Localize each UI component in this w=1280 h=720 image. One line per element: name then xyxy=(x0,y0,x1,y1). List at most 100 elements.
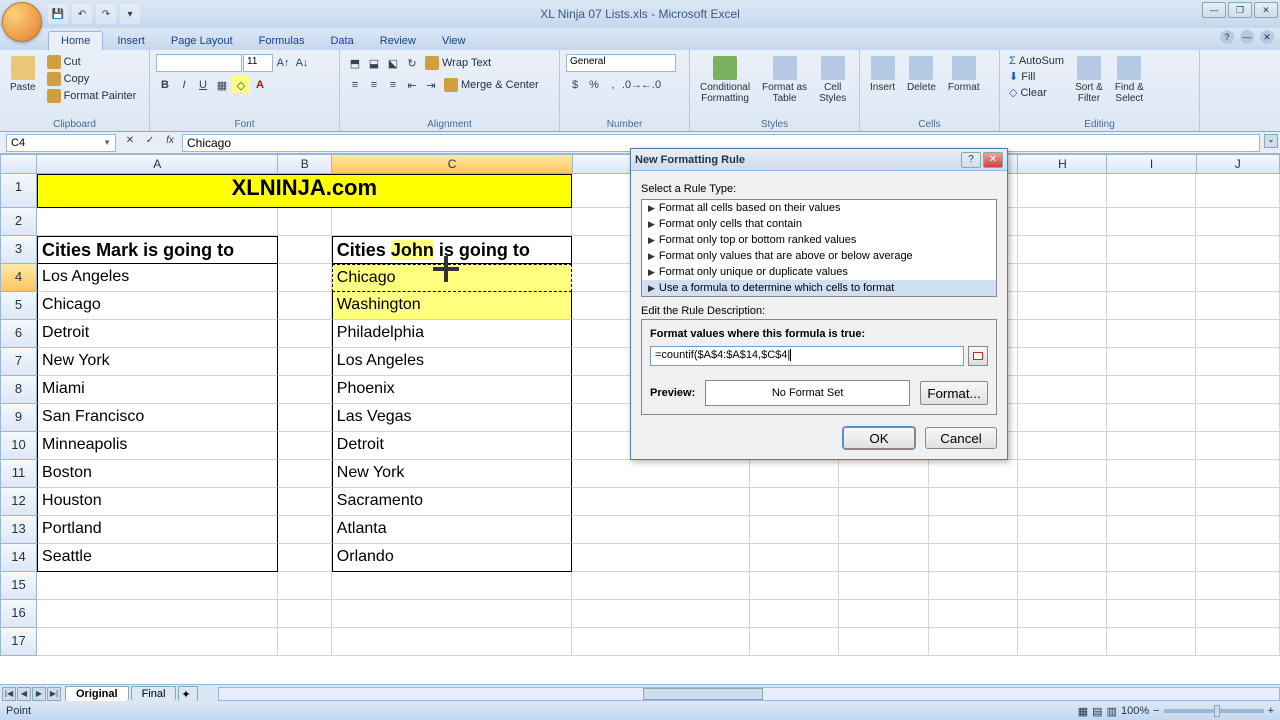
font-size-combo[interactable]: 11 xyxy=(243,54,273,72)
cell[interactable] xyxy=(1196,488,1280,516)
cell[interactable] xyxy=(572,460,750,488)
font-color-button[interactable]: A xyxy=(251,76,269,94)
align-center-icon[interactable]: ≡ xyxy=(365,76,383,94)
autosum-button[interactable]: ΣAutoSum xyxy=(1006,54,1067,68)
align-bottom-icon[interactable]: ⬕ xyxy=(384,54,402,72)
qat-undo-icon[interactable]: ↶ xyxy=(72,4,92,24)
cell[interactable] xyxy=(839,628,928,656)
cell[interactable] xyxy=(332,208,573,236)
zoom-level[interactable]: 100% xyxy=(1121,705,1149,717)
cell[interactable] xyxy=(929,628,1018,656)
align-left-icon[interactable]: ≡ xyxy=(346,76,364,94)
cell[interactable] xyxy=(278,404,332,432)
cell[interactable] xyxy=(37,600,278,628)
help-icon[interactable]: ? xyxy=(1220,30,1234,44)
cell[interactable] xyxy=(1107,600,1196,628)
close-button[interactable]: ✕ xyxy=(1254,2,1278,18)
cell-mark[interactable]: Houston xyxy=(37,488,278,516)
cell[interactable] xyxy=(1196,460,1280,488)
tab-formulas[interactable]: Formulas xyxy=(247,32,317,50)
cell[interactable] xyxy=(1196,208,1280,236)
zoom-in-icon[interactable]: + xyxy=(1268,705,1274,717)
sheet-nav-last-icon[interactable]: ▶| xyxy=(47,687,61,701)
cell[interactable] xyxy=(278,208,332,236)
align-right-icon[interactable]: ≡ xyxy=(384,76,402,94)
tab-view[interactable]: View xyxy=(430,32,478,50)
row-header-5[interactable]: 5 xyxy=(0,292,37,320)
tab-data[interactable]: Data xyxy=(318,32,365,50)
cell[interactable] xyxy=(929,600,1018,628)
view-normal-icon[interactable]: ▦ xyxy=(1078,705,1088,718)
border-button[interactable]: ▦ xyxy=(213,76,231,94)
tab-insert[interactable]: Insert xyxy=(105,32,157,50)
cell[interactable] xyxy=(1107,460,1196,488)
cell[interactable] xyxy=(929,516,1018,544)
cell[interactable] xyxy=(1196,628,1280,656)
office-button[interactable] xyxy=(2,2,42,42)
cell[interactable] xyxy=(1107,516,1196,544)
conditional-formatting-button[interactable]: Conditional Formatting xyxy=(696,54,754,106)
cell[interactable] xyxy=(1107,488,1196,516)
cell-john[interactable]: Sacramento xyxy=(332,488,573,516)
cell[interactable] xyxy=(278,628,332,656)
insert-sheet-icon[interactable]: ✦ xyxy=(178,686,198,702)
cell[interactable] xyxy=(278,488,332,516)
restore-button[interactable]: ❐ xyxy=(1228,2,1252,18)
zoom-slider[interactable] xyxy=(1164,709,1264,713)
col-header-c[interactable]: C xyxy=(332,154,573,174)
row-header-7[interactable]: 7 xyxy=(0,348,37,376)
cell[interactable] xyxy=(332,572,573,600)
percent-icon[interactable]: % xyxy=(585,76,603,94)
cell[interactable] xyxy=(1107,264,1196,292)
align-top-icon[interactable]: ⬒ xyxy=(346,54,364,72)
ok-button[interactable]: OK xyxy=(843,427,915,449)
cell[interactable] xyxy=(278,516,332,544)
fill-color-button[interactable]: ◇ xyxy=(232,76,250,94)
cell-john[interactable]: Washington xyxy=(332,292,573,320)
dialog-close-button[interactable]: ✕ xyxy=(983,152,1003,168)
cell[interactable] xyxy=(839,600,928,628)
rule-type-item[interactable]: ▶Format only unique or duplicate values xyxy=(642,264,996,280)
sort-filter-button[interactable]: Sort & Filter xyxy=(1071,54,1107,106)
tab-review[interactable]: Review xyxy=(368,32,428,50)
col-header-b[interactable]: B xyxy=(278,154,332,174)
clear-button[interactable]: ◇Clear xyxy=(1006,85,1067,100)
horizontal-scrollbar[interactable] xyxy=(218,687,1280,701)
sheet-tab-original[interactable]: Original xyxy=(65,686,129,701)
cell-john[interactable]: Phoenix xyxy=(332,376,573,404)
italic-button[interactable]: I xyxy=(175,76,193,94)
cell[interactable] xyxy=(1107,208,1196,236)
cell[interactable] xyxy=(1196,516,1280,544)
cell[interactable] xyxy=(1018,264,1107,292)
row-header-4[interactable]: 4 xyxy=(0,264,37,292)
cell[interactable] xyxy=(1018,376,1107,404)
cell[interactable] xyxy=(278,348,332,376)
cell[interactable] xyxy=(1018,174,1107,208)
align-middle-icon[interactable]: ⬓ xyxy=(365,54,383,72)
decrease-font-icon[interactable]: A↓ xyxy=(293,54,311,72)
cell-john[interactable]: Los Angeles xyxy=(332,348,573,376)
cell[interactable] xyxy=(1196,292,1280,320)
cell[interactable] xyxy=(1196,572,1280,600)
cell-john[interactable]: New York xyxy=(332,460,573,488)
cell[interactable] xyxy=(929,544,1018,572)
cell-mark[interactable]: Detroit xyxy=(37,320,278,348)
cell-john[interactable]: Philadelphia xyxy=(332,320,573,348)
currency-icon[interactable]: $ xyxy=(566,76,584,94)
cell[interactable] xyxy=(572,516,750,544)
cell[interactable] xyxy=(1107,628,1196,656)
col-header-a[interactable]: A xyxy=(37,154,278,174)
hscroll-thumb[interactable] xyxy=(643,688,763,700)
cell[interactable] xyxy=(750,460,839,488)
cell[interactable] xyxy=(1018,488,1107,516)
cell[interactable] xyxy=(278,236,332,264)
row-header-8[interactable]: 8 xyxy=(0,376,37,404)
cancel-button[interactable]: Cancel xyxy=(925,427,997,449)
cell-john[interactable]: Orlando xyxy=(332,544,573,572)
cell[interactable] xyxy=(1018,236,1107,264)
cell[interactable] xyxy=(278,460,332,488)
cell[interactable] xyxy=(278,544,332,572)
sheet-nav-prev-icon[interactable]: ◀ xyxy=(17,687,31,701)
cell[interactable] xyxy=(1018,516,1107,544)
cell[interactable] xyxy=(1196,376,1280,404)
